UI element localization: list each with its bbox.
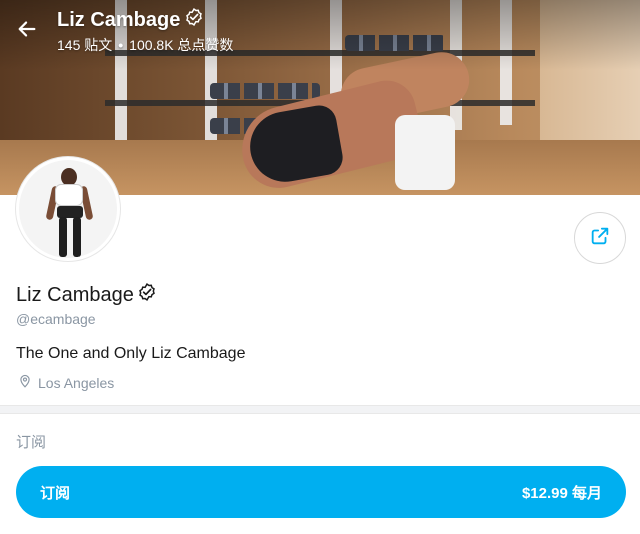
verified-badge-icon (137, 282, 157, 308)
top-bar: Liz Cambage 145 贴文 • 100.8K 总点赞数 (0, 0, 640, 60)
banner-weights (210, 83, 320, 99)
avatar-photo (19, 160, 117, 258)
profile-bio: The One and Only Liz Cambage (16, 345, 246, 362)
section-divider (0, 405, 640, 414)
profile-location: Los Angeles (18, 373, 114, 392)
share-button[interactable] (574, 212, 626, 264)
profile-name: Liz Cambage (16, 283, 134, 306)
banner-figure (395, 115, 455, 190)
posts-count: 145 贴文 (57, 37, 113, 53)
arrow-left-icon (16, 18, 38, 45)
location-label: Los Angeles (38, 374, 115, 391)
subscription-heading: 订阅 (16, 434, 47, 451)
share-icon (589, 225, 611, 252)
subscribe-button[interactable]: 订阅 $12.99 每月 (16, 466, 626, 518)
avatar[interactable] (16, 157, 120, 261)
header-title: Liz Cambage (57, 8, 181, 31)
back-button[interactable] (10, 14, 44, 48)
profile-handle[interactable]: @ecambage (16, 311, 96, 327)
subscribe-button-label: 订阅 (40, 484, 71, 502)
verified-badge-icon (184, 7, 204, 33)
subscribe-price: $12.99 每月 (521, 484, 602, 502)
header-title-row: Liz Cambage (57, 7, 204, 33)
likes-count: 100.8K 总点赞数 (129, 37, 234, 53)
header-stats: 145 贴文 • 100.8K 总点赞数 (57, 35, 233, 55)
profile-name-row: Liz Cambage (16, 282, 157, 308)
location-pin-icon (18, 373, 32, 392)
stats-separator: • (118, 37, 124, 53)
